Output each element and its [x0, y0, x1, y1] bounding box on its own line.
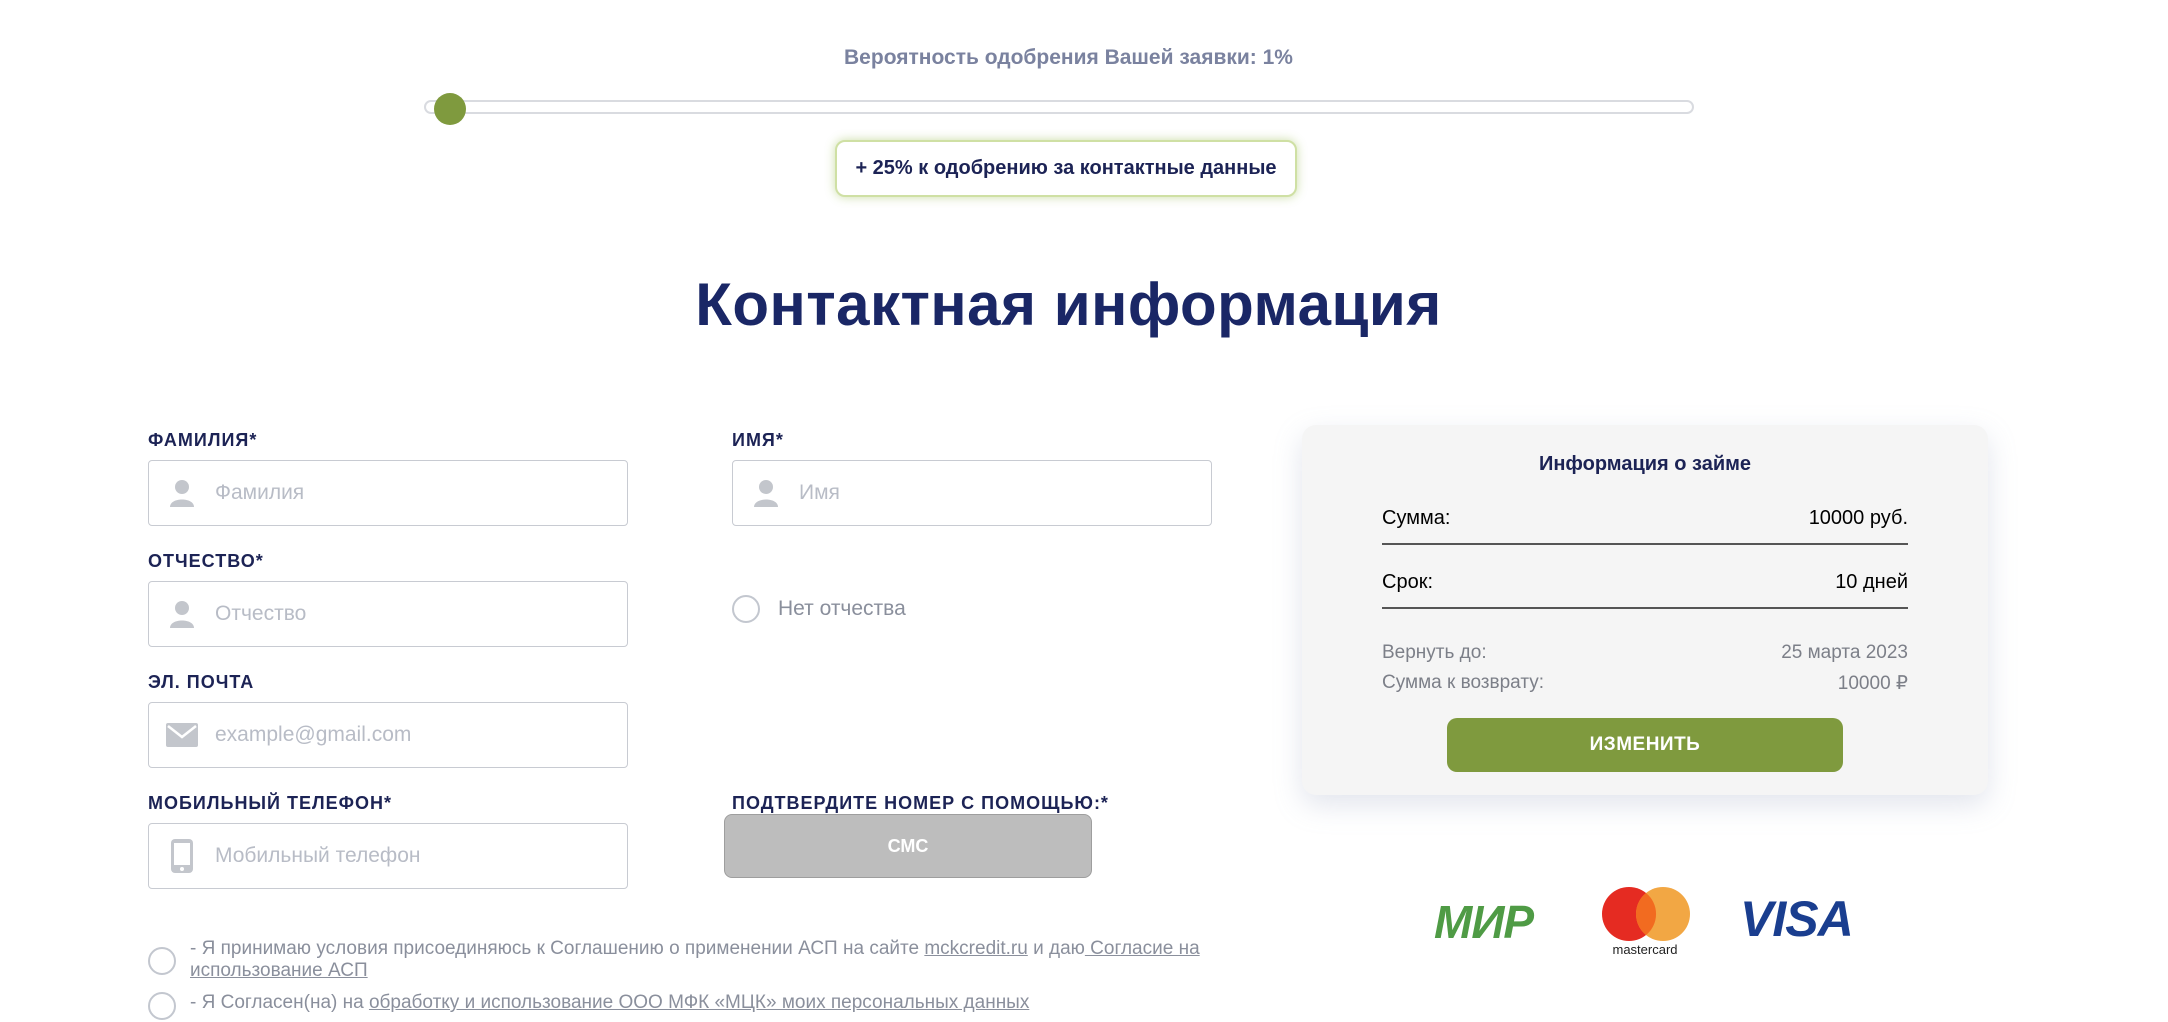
user-icon — [733, 479, 799, 507]
first-name-field[interactable]: Имя — [732, 460, 1212, 526]
personal-data-link[interactable]: обработку и использование ООО МФК «МЦК» … — [369, 992, 1029, 1013]
consent-personal-data-text: - Я Согласен(на) на обработку и использо… — [190, 992, 1030, 1013]
return-date-row: Вернуть до: 25 марта 2023 — [1382, 642, 1908, 664]
page-title: Контактная информация — [695, 271, 1442, 338]
approval-progress-knob — [433, 93, 466, 125]
mastercard-wordmark: mastercard — [1612, 942, 1678, 957]
no-patronymic-label: Нет отчества — [778, 597, 906, 620]
consent-asp-radio[interactable] — [148, 947, 176, 975]
first-name-label: ИМЯ* — [732, 430, 784, 450]
patronymic-field[interactable]: Отчество — [148, 581, 628, 647]
mastercard-logo — [1600, 886, 1692, 942]
patronymic-label: ОТЧЕСТВО* — [148, 551, 264, 571]
phone-placeholder: Мобильный телефон — [215, 844, 421, 867]
consent-asp-text: - Я принимаю условия присоединяюсь к Сог… — [190, 938, 1200, 981]
mir-logo: МИР — [1434, 896, 1534, 948]
last-name-placeholder: Фамилия — [215, 481, 305, 504]
email-label: ЭЛ. ПОЧТА — [148, 672, 255, 692]
last-name-label: ФАМИЛИЯ* — [148, 430, 258, 450]
loan-term-row: Срок: 10 дней — [1382, 571, 1908, 594]
return-date-label: Вернуть до: — [1382, 642, 1487, 663]
loan-term-label: Срок: — [1382, 571, 1433, 593]
email-placeholder: example@gmail.com — [215, 723, 412, 746]
phone-label: МОБИЛЬНЫЙ ТЕЛЕФОН* — [148, 793, 393, 813]
loan-term-value: 10 дней — [1835, 571, 1908, 593]
user-icon — [149, 600, 215, 628]
site-link[interactable]: mckcredit.ru — [924, 938, 1027, 959]
envelope-icon — [149, 723, 215, 747]
no-patronymic-radio[interactable] — [732, 595, 760, 623]
user-icon — [149, 479, 215, 507]
change-loan-button[interactable]: ИЗМЕНИТЬ — [1447, 718, 1843, 772]
email-field[interactable]: example@gmail.com — [148, 702, 628, 768]
loan-info-card: Информация о займе Сумма: 10000 руб. Сро… — [1302, 425, 1988, 795]
phone-field[interactable]: Мобильный телефон — [148, 823, 628, 889]
phone-icon — [149, 839, 215, 873]
bonus-hint-badge: + 25% к одобрению за контактные данные — [835, 140, 1297, 197]
sms-button[interactable]: СМС — [724, 814, 1092, 878]
loan-info-title: Информация о займе — [1538, 453, 1752, 475]
loan-amount-label: Сумма: — [1382, 507, 1451, 529]
return-sum-value: 10000 ₽ — [1837, 673, 1908, 694]
confirm-method-label: ПОДТВЕРДИТЕ НОМЕР С ПОМОЩЬЮ:* — [732, 793, 1109, 813]
return-sum-row: Сумма к возврату: 10000 ₽ — [1382, 672, 1908, 695]
return-date-value: 25 марта 2023 — [1781, 642, 1908, 663]
loan-amount-row: Сумма: 10000 руб. — [1382, 507, 1908, 530]
divider — [1382, 543, 1908, 545]
return-sum-label: Сумма к возврату: — [1382, 672, 1545, 693]
divider — [1382, 607, 1908, 609]
approval-probability-text: Вероятность одобрения Вашей заявки: 1% — [844, 46, 1293, 69]
visa-logo: VISA — [1740, 891, 1854, 947]
last-name-field[interactable]: Фамилия — [148, 460, 628, 526]
approval-progress-track — [424, 100, 1694, 114]
consent-personal-data-radio[interactable] — [148, 992, 176, 1020]
first-name-placeholder: Имя — [799, 481, 840, 504]
patronymic-placeholder: Отчество — [215, 602, 307, 625]
loan-amount-value: 10000 руб. — [1808, 507, 1908, 529]
